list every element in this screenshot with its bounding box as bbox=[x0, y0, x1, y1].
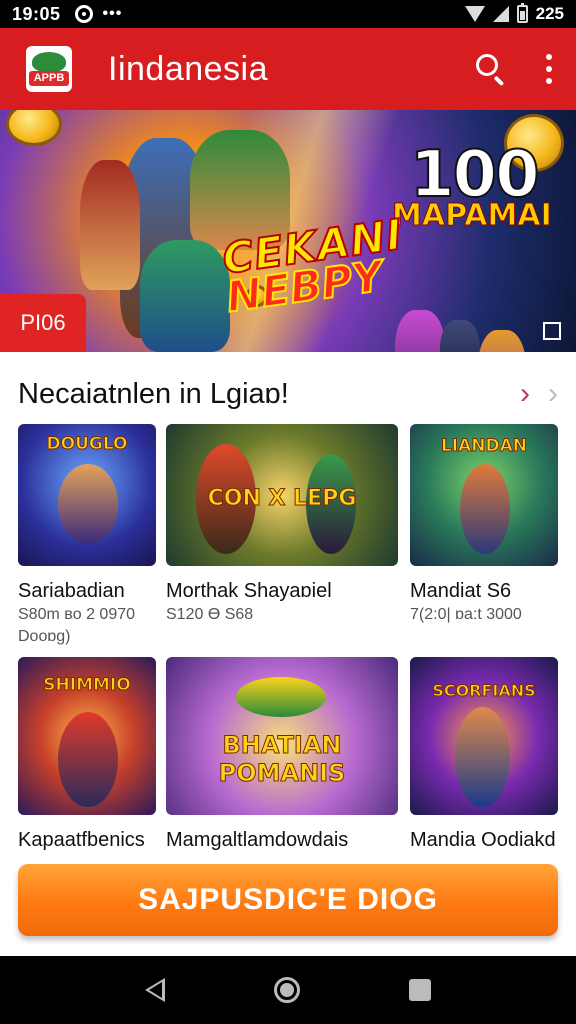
status-right: 225 bbox=[464, 3, 564, 24]
battery-level: 225 bbox=[535, 4, 564, 23]
section-header: Necaiatnlen in Lgiaɒ! › › bbox=[18, 374, 558, 414]
sync-icon bbox=[74, 5, 93, 23]
game-thumbnail[interactable]: SHIMMIO bbox=[18, 657, 156, 815]
game-title: Mandia Oodiakd bbox=[410, 829, 556, 851]
game-meta: S120 Ө S68 bbox=[166, 606, 254, 623]
status-left-icons: ••• bbox=[74, 5, 123, 23]
game-thumbnail[interactable]: CON X LEPG bbox=[166, 424, 398, 566]
game-meta: Dooɒg) bbox=[18, 628, 71, 645]
home-icon[interactable] bbox=[273, 977, 300, 1003]
hero-character bbox=[80, 160, 140, 290]
main-content: Necaiatnlen in Lgiaɒ! › › DOUGLO Sariaba… bbox=[0, 352, 576, 956]
banner-tag[interactable]: PI06 bbox=[0, 294, 86, 352]
section-title: Necaiatnlen in Lgiaɒ! bbox=[18, 377, 289, 410]
system-nav-bar bbox=[0, 956, 576, 1024]
chevron-right-icon[interactable]: › bbox=[520, 379, 530, 409]
game-thumbnail[interactable]: DOUGLO bbox=[18, 424, 156, 566]
banner-subtitle: MAPAMAI bbox=[392, 198, 553, 234]
app-title: Iindanesia bbox=[108, 49, 269, 88]
logo-text: APPB bbox=[29, 71, 69, 86]
status-time: 19:05 bbox=[12, 3, 61, 24]
status-bar: 19:05 ••• 225 bbox=[0, 0, 576, 28]
logo-leaf bbox=[32, 52, 66, 72]
more-menu-icon[interactable] bbox=[544, 54, 554, 84]
app-logo[interactable]: APPB bbox=[26, 46, 72, 92]
game-card[interactable]: BHATIAN POMANIS Mamgaltlamdowdais bbox=[166, 657, 400, 857]
game-card[interactable]: DOUGLO Sariabadian S80m ʙo 2 0970 Dooɒg) bbox=[18, 424, 158, 645]
game-card[interactable]: LIANDAN Mandiat S6 7(2:0| ɒa:t 3000 bbox=[410, 424, 560, 634]
chevron-right-icon[interactable]: › bbox=[548, 379, 558, 409]
back-icon[interactable] bbox=[144, 978, 165, 1002]
game-meta: S80m ʙo 2 0970 bbox=[18, 606, 136, 623]
hero-character bbox=[140, 240, 230, 352]
game-title: Kapaatfbenics bbox=[18, 829, 145, 851]
game-card[interactable]: SHIMMIO Kapaatfbenics bbox=[18, 657, 158, 857]
game-card[interactable]: CON X LEPG Morthak Shayaɒiel S120 Ө S68 bbox=[166, 424, 400, 634]
search-icon[interactable] bbox=[474, 52, 508, 87]
app-actions bbox=[474, 52, 560, 87]
game-meta: 7(2:0| ɒa:t 3000 bbox=[410, 606, 522, 623]
game-card[interactable]: SCORFIANS Mandia Oodiakd bbox=[410, 657, 560, 857]
wifi-icon bbox=[464, 6, 485, 22]
coin-icon bbox=[6, 110, 62, 146]
app-bar: APPB Iindanesia bbox=[0, 28, 576, 110]
game-title: Mandiat S6 bbox=[410, 580, 512, 602]
expand-icon[interactable] bbox=[543, 322, 561, 340]
battery-icon bbox=[516, 3, 528, 23]
game-thumbnail[interactable]: LIANDAN bbox=[410, 424, 558, 566]
hero-character bbox=[478, 330, 526, 352]
hero-character bbox=[440, 320, 480, 352]
game-thumbnail[interactable]: SCORFIANS bbox=[410, 657, 558, 815]
more-notifications-icon: ••• bbox=[102, 5, 123, 22]
recents-icon[interactable] bbox=[409, 979, 432, 1001]
game-title: Morthak Shayaɒiel bbox=[166, 580, 332, 602]
game-title: Sariabadian bbox=[18, 580, 125, 602]
primary-action-button[interactable]: SAJPUSDIC'E DIOG bbox=[18, 864, 558, 936]
promo-banner[interactable]: 100 MAPAMAI CEKANI NEBPY PI06 bbox=[0, 110, 576, 352]
cta-area: SAJPUSDIC'E DIOG bbox=[0, 852, 576, 956]
hero-character bbox=[395, 310, 445, 352]
game-title: Mamgaltlamdowdais bbox=[166, 829, 349, 851]
signal-icon bbox=[492, 6, 509, 22]
game-thumbnail[interactable]: BHATIAN POMANIS bbox=[166, 657, 398, 815]
